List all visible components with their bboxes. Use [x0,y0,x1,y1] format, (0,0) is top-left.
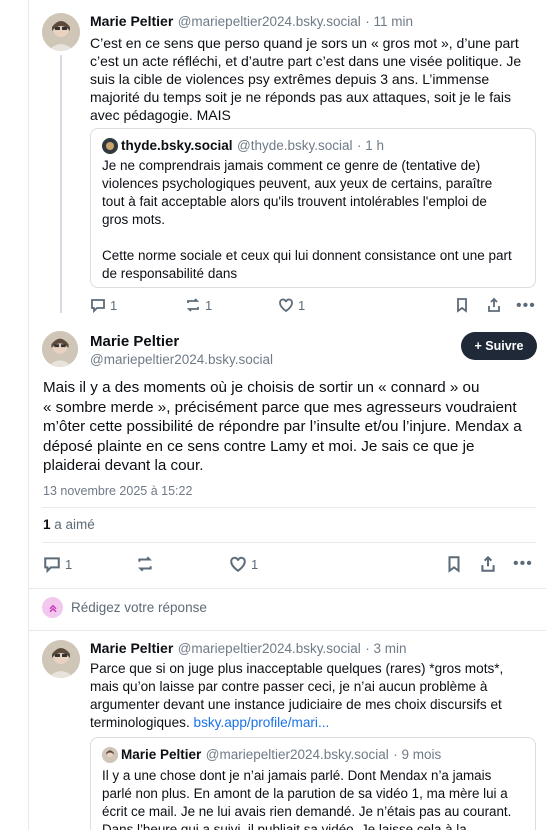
divider [28,630,546,631]
post-text: Parce que si on juge plus inacceptable q… [90,661,504,730]
quoted-post[interactable]: Marie Peltier @mariepeltier2024.bsky.soc… [90,737,536,830]
bookmark-icon [457,298,467,313]
post-time[interactable]: · 3 min [365,641,406,656]
quoted-post[interactable]: thyde.bsky.social @thyde.bsky.social · 1… [90,128,536,288]
divider [42,507,536,508]
post-link[interactable]: bsky.app/profile/mari... [194,715,330,730]
quote-text: Je ne comprendrais jamais comment ce gen… [102,158,512,281]
author-name[interactable]: Marie Peltier [90,640,173,656]
quote-author-handle: @mariepeltier2024.bsky.social [205,747,389,762]
thread-line [60,55,62,313]
quote-text: Il y a une chose dont je n’ai jamais par… [102,768,512,830]
author-name[interactable]: Marie Peltier [90,13,173,29]
like-button[interactable]: 1 [278,297,305,313]
avatar[interactable] [42,331,78,367]
author-name[interactable]: Marie Peltier [90,333,179,350]
like-button[interactable]: 1 [229,555,258,573]
compose-placeholder[interactable]: Rédigez votre réponse [71,600,207,615]
post-actions: 1 1 1 ••• [90,297,536,319]
post-text: C’est en ce sens que perso quand je sors… [90,35,522,123]
repost-icon [186,298,200,312]
quote-time: · 9 mois [393,747,442,762]
bookmark-button[interactable] [445,555,463,573]
reply-button[interactable]: 1 [43,555,72,573]
reply-icon [44,557,60,573]
quote-avatar [102,138,118,154]
avatar[interactable] [42,640,80,678]
reply-button[interactable]: 1 [90,297,117,313]
likes-summary[interactable]: 1 a aimé [43,517,95,532]
reply-composer[interactable]: Rédigez votre réponse [28,589,546,630]
quote-avatar [102,747,118,763]
quote-author-name: thyde.bsky.social [121,138,233,153]
quote-time: · 1 h [356,138,384,153]
more-options-button[interactable]: ••• [516,297,536,315]
post-text: Mais il y a des moments où je choisis de… [43,379,522,474]
divider [42,542,536,543]
heart-icon [230,556,246,572]
quote-author-name: Marie Peltier [121,747,202,762]
share-icon [488,297,500,312]
repost-button[interactable] [136,555,154,573]
share-button[interactable] [486,297,502,313]
repost-icon [138,556,152,572]
post-time[interactable]: · 11 min [365,14,413,29]
heart-icon [279,298,293,313]
post-actions: 1 1 ••• [43,555,536,577]
reply-icon [91,299,105,313]
compose-icon [42,597,63,618]
avatar[interactable] [42,13,80,51]
bookmark-icon [448,556,460,573]
quote-author-handle: @thyde.bsky.social [237,138,353,153]
author-handle[interactable]: @mariepeltier2024.bsky.social [90,352,273,367]
share-icon [481,555,495,572]
author-handle[interactable]: @mariepeltier2024.bsky.social [178,14,361,29]
share-button[interactable] [479,555,497,573]
follow-button[interactable]: + Suivre [461,332,537,360]
author-handle[interactable]: @mariepeltier2024.bsky.social [178,641,361,656]
more-options-button[interactable]: ••• [513,555,533,573]
post-date[interactable]: 13 novembre 2025 à 15:22 [43,484,192,498]
repost-button[interactable]: 1 [185,297,212,313]
bookmark-button[interactable] [454,297,470,313]
